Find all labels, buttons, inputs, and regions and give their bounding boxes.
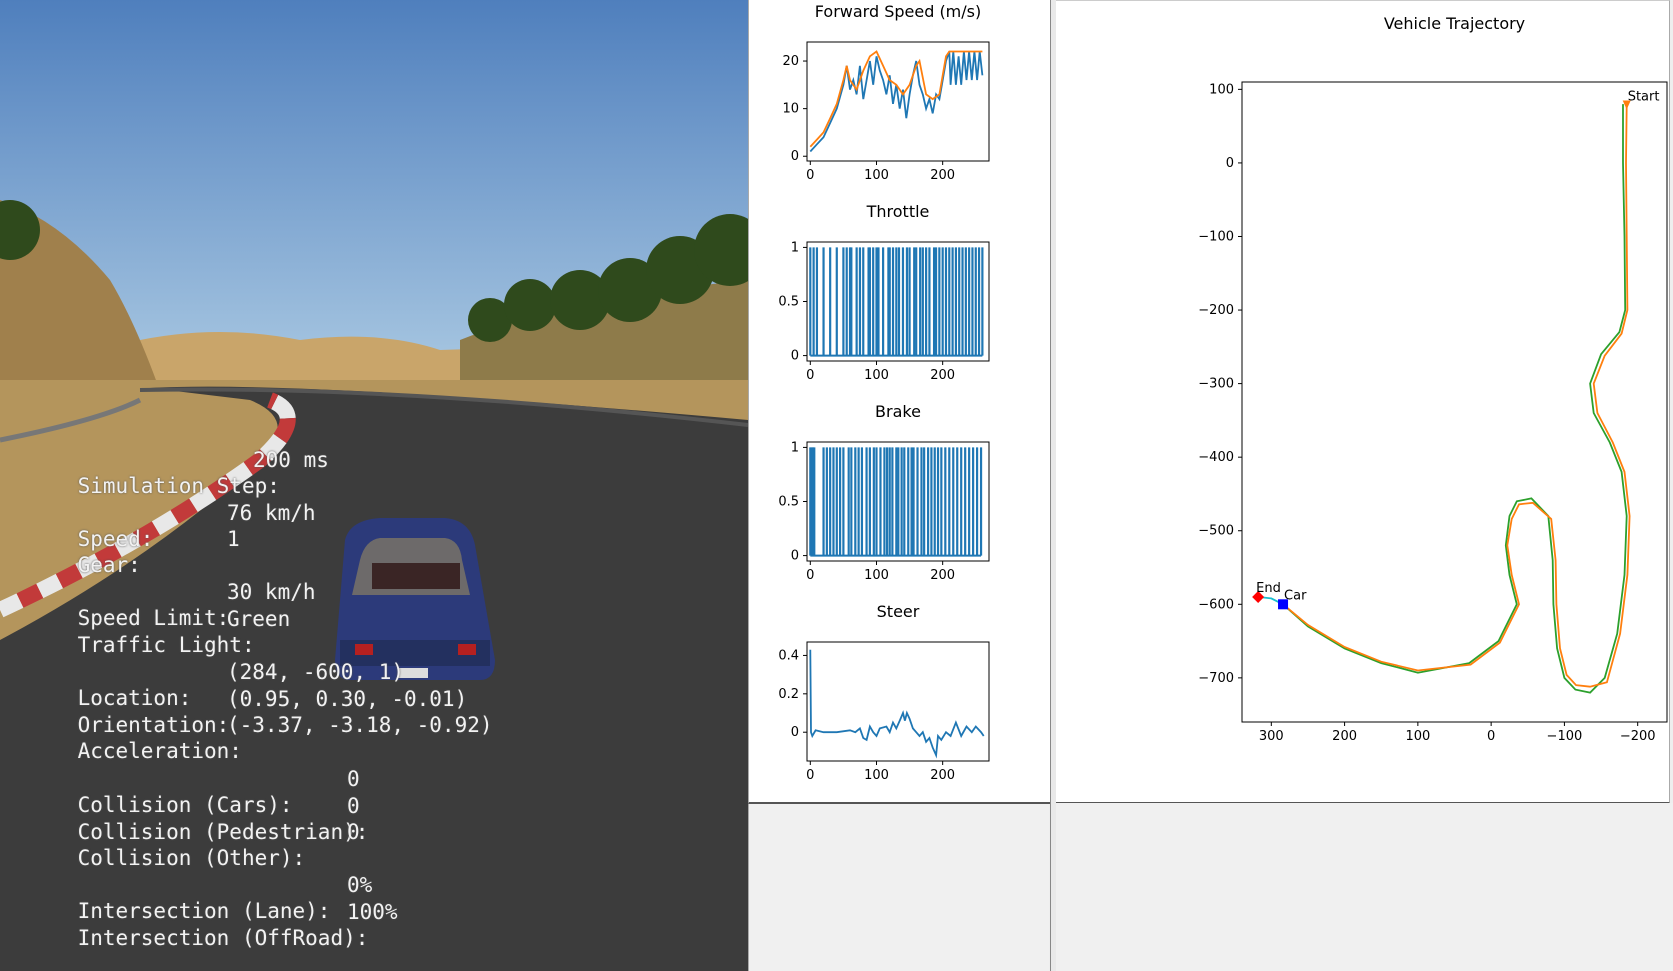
x-tick-label: 200 bbox=[1332, 729, 1357, 744]
y-tick-label: −100 bbox=[1198, 229, 1234, 244]
hud-inter-offroad-value: 100% bbox=[347, 900, 398, 924]
y-tick-label: 100 bbox=[1209, 82, 1234, 97]
x-tick-label: 300 bbox=[1259, 729, 1284, 744]
telemetry-plots-window: Forward Speed (m/s) 0 100 200 0 10 20 Throttle 0… bbox=[748, 0, 1053, 804]
x-tick-label: 200 bbox=[930, 768, 955, 783]
y-tick-label: 1 bbox=[791, 440, 799, 455]
hud-orientation-value: (0.95, 0.30, -0.01) bbox=[227, 687, 468, 711]
chart-title: Steer bbox=[877, 602, 920, 621]
marker-label-car: Car bbox=[1284, 588, 1307, 603]
hud-inter-lane-value: 0% bbox=[347, 873, 373, 897]
x-tick-label: 100 bbox=[864, 368, 889, 383]
chart-title: Forward Speed (m/s) bbox=[815, 2, 981, 21]
marker-label-end: End bbox=[1256, 581, 1281, 596]
hud-collision-other-label: Collision (Other): bbox=[77, 846, 306, 870]
y-tick-label: −400 bbox=[1198, 450, 1234, 465]
y-tick-label: 20 bbox=[782, 54, 799, 69]
x-tick-label: 100 bbox=[1405, 729, 1430, 744]
hud-gear-value: 1 bbox=[227, 527, 240, 551]
hud-speed-value: 76 km/h bbox=[227, 501, 316, 525]
x-tick-label: 0 bbox=[1487, 729, 1495, 744]
x-tick-label: 200 bbox=[930, 568, 955, 583]
chart-0: Forward Speed (m/s) 0 100 200 0 10 20 bbox=[782, 2, 990, 183]
y-tick-label: 10 bbox=[782, 102, 799, 117]
plot-frame bbox=[806, 641, 990, 762]
x-tick-label: 100 bbox=[864, 168, 889, 183]
hud-acceleration-value: (-3.37, -3.18, -0.92) bbox=[227, 713, 493, 737]
chart-2: Brake 0 100 200 0 0.5 1 bbox=[778, 402, 990, 583]
y-tick-label: −700 bbox=[1198, 671, 1234, 686]
x-tick-label: 100 bbox=[864, 568, 889, 583]
hud-traffic-light-value: Green bbox=[227, 607, 291, 631]
hud-traffic-light-label: Traffic Light: bbox=[77, 633, 255, 657]
y-tick-label: 0 bbox=[791, 549, 799, 564]
y-tick-label: 1 bbox=[791, 240, 799, 255]
hud-collision-cars-value: 0 bbox=[347, 767, 360, 791]
x-tick-label: −100 bbox=[1547, 729, 1583, 744]
x-tick-label: 100 bbox=[864, 768, 889, 783]
hud-sim-step-label: Simulation Step: bbox=[77, 474, 280, 498]
hud-location-value: (284, -600, 1) bbox=[227, 660, 405, 684]
chart-title: Throttle bbox=[866, 202, 930, 221]
telemetry-plots: Forward Speed (m/s)0 100 20001020Throttle0… bbox=[778, 2, 990, 783]
series-line-1 bbox=[1282, 105, 1631, 688]
trajectory-plot: Vehicle Trajectory Start End Car 300 200 100 0 −… bbox=[1198, 14, 1668, 744]
trajectory-window-empty-area bbox=[1056, 803, 1673, 971]
telemetry-window-empty-area bbox=[748, 804, 1049, 971]
y-tick-label: −300 bbox=[1198, 377, 1234, 392]
hud-inter-offroad-label: Intersection (OffRoad): bbox=[77, 926, 369, 950]
chart-1: Throttle 0 100 200 0 0.5 1 bbox=[778, 202, 990, 383]
y-tick-label: −500 bbox=[1198, 524, 1234, 539]
x-tick-label: −200 bbox=[1620, 729, 1656, 744]
marker-label-start: Start bbox=[1628, 90, 1660, 105]
y-tick-label: 0 bbox=[791, 149, 799, 164]
trajectory-plot-window: Vehicle Trajectory Start End Car 300 200 100 0 −… bbox=[1056, 0, 1670, 804]
x-tick-label: 0 bbox=[806, 368, 814, 383]
hud-sim-step-value: 200 ms bbox=[253, 448, 329, 472]
y-tick-label: 0.2 bbox=[778, 687, 799, 702]
y-tick-label: 0.4 bbox=[778, 648, 799, 663]
y-tick-label: 0.5 bbox=[778, 295, 799, 310]
y-tick-label: −600 bbox=[1198, 597, 1234, 612]
plot-frame bbox=[1241, 81, 1668, 723]
chart-3: Steer 0 100 200 0 0.2 0.4 bbox=[778, 602, 990, 783]
hud-speed-limit-value: 30 km/h bbox=[227, 580, 316, 604]
hud-gear-label: Gear: bbox=[77, 553, 141, 577]
hud-acceleration-label: Acceleration: bbox=[77, 739, 242, 763]
x-tick-label: 200 bbox=[930, 168, 955, 183]
y-tick-label: −200 bbox=[1198, 303, 1234, 318]
hud-collision-other-value: 0 bbox=[347, 820, 360, 844]
chart-title: Brake bbox=[875, 402, 921, 421]
y-tick-label: 0.5 bbox=[778, 495, 799, 510]
x-tick-label: 200 bbox=[930, 368, 955, 383]
series-line-0 bbox=[809, 649, 985, 759]
y-tick-label: 0 bbox=[1226, 156, 1234, 171]
x-tick-label: 0 bbox=[806, 168, 814, 183]
x-tick-label: 0 bbox=[806, 768, 814, 783]
x-tick-label: 0 bbox=[806, 568, 814, 583]
chart-4: Vehicle Trajectory Start End Car 300 200 100 0 −… bbox=[1198, 14, 1668, 744]
hud-inter-offroad: Intersection (OffRoad): 100% bbox=[27, 899, 398, 971]
y-tick-label: 0 bbox=[791, 725, 799, 740]
y-tick-label: 0 bbox=[791, 349, 799, 364]
series-line-0 bbox=[809, 51, 984, 153]
vehicle bbox=[335, 518, 495, 680]
series-line-1 bbox=[809, 50, 983, 148]
simulator-view: Simulation Step: 200 ms Speed: 76 km/h G… bbox=[0, 0, 748, 971]
chart-title: Vehicle Trajectory bbox=[1384, 14, 1525, 33]
series-line-0 bbox=[1282, 104, 1628, 694]
hud-collision-ped-value: 0 bbox=[347, 794, 360, 818]
